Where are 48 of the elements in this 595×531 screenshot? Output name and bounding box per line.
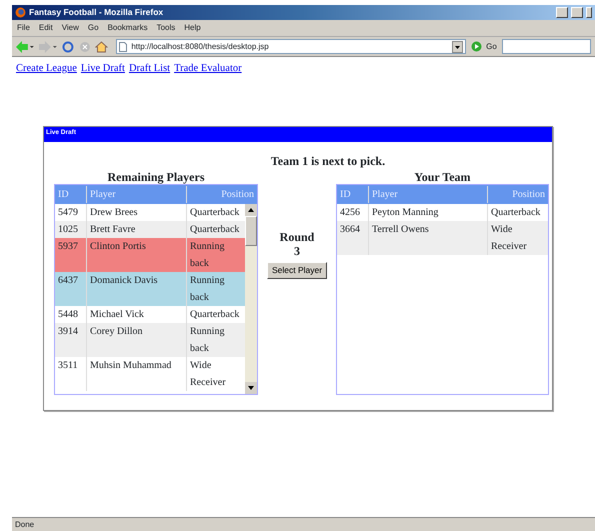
table-cell-text: Quarterback bbox=[189, 206, 240, 220]
menu-item[interactable]: View bbox=[62, 22, 79, 34]
nav-link[interactable]: Trade Evaluator bbox=[174, 61, 242, 77]
menu-item[interactable]: Edit bbox=[38, 22, 53, 34]
table-cell: 3664 bbox=[337, 220, 369, 255]
status-bar: Done bbox=[12, 517, 595, 531]
table-row[interactable]: 1025 Brett Favre Quarterback bbox=[55, 220, 245, 238]
go-button[interactable]: Go bbox=[471, 40, 497, 52]
round-label: Round bbox=[280, 230, 314, 244]
table-cell-text: Quarterback bbox=[490, 206, 542, 220]
table-cell-text: Running back bbox=[189, 274, 226, 305]
table-row[interactable]: 3664 Terrell Owens Wide Receiver bbox=[337, 220, 548, 255]
table-row[interactable]: 5479 Drew Brees Quarterback bbox=[55, 204, 245, 221]
table-cell-text: Wide Receiver bbox=[490, 222, 528, 254]
table-cell-text: Quarterback bbox=[189, 308, 240, 322]
table-cell: 3511 bbox=[55, 356, 87, 391]
round-number: 3 bbox=[294, 244, 300, 258]
menu-item[interactable]: Help bbox=[184, 22, 201, 34]
window-title: Fantasy Football - Mozilla Firefox bbox=[29, 6, 164, 19]
table-heading: Your Team bbox=[414, 170, 471, 184]
menu-item[interactable]: Bookmarks bbox=[108, 22, 148, 34]
column-header: Player bbox=[87, 186, 187, 203]
table-cell: Terrell Owens bbox=[369, 220, 488, 255]
table-row[interactable]: 3511 Muhsin Muhammad Wide Receiver bbox=[55, 356, 245, 391]
table-row[interactable]: 5937 Clinton Portis Running back bbox=[55, 238, 245, 272]
table-row[interactable]: 6437 Domanick Davis Running back bbox=[55, 272, 245, 306]
table-row[interactable]: 5448 Michael Vick Quarterback bbox=[55, 306, 245, 323]
menu-item[interactable]: Tools bbox=[156, 22, 176, 34]
table-cell: Muhsin Muhammad bbox=[87, 356, 187, 391]
table-cell-text: Quarterback bbox=[189, 222, 240, 237]
column-header: Player bbox=[369, 186, 488, 203]
table-row[interactable]: 3914 Corey Dillon Running back bbox=[55, 322, 245, 357]
table-cell-text: Wide Receiver bbox=[189, 358, 227, 390]
select-player-button[interactable]: Select Player bbox=[266, 262, 328, 278]
table-cell-text: Running back bbox=[189, 324, 226, 356]
column-header: Position bbox=[220, 188, 255, 202]
column-header: ID bbox=[337, 186, 369, 203]
menu-item[interactable]: Go bbox=[88, 22, 99, 34]
table-cell-text: Running back bbox=[189, 240, 226, 271]
nav-link[interactable]: Draft List bbox=[128, 61, 170, 77]
column-header: Position bbox=[511, 188, 546, 202]
nav-link[interactable]: Live Draft bbox=[80, 61, 125, 77]
nav-link[interactable]: Create League bbox=[16, 61, 77, 77]
address-field[interactable]: http://localhost:8080/thesis/desktop.jsp bbox=[116, 39, 466, 54]
table-heading: Remaining Players bbox=[108, 170, 204, 184]
menu-item[interactable]: File bbox=[17, 22, 30, 34]
column-header: ID bbox=[55, 186, 87, 203]
status-message: Team 1 is next to pick. bbox=[270, 152, 386, 170]
